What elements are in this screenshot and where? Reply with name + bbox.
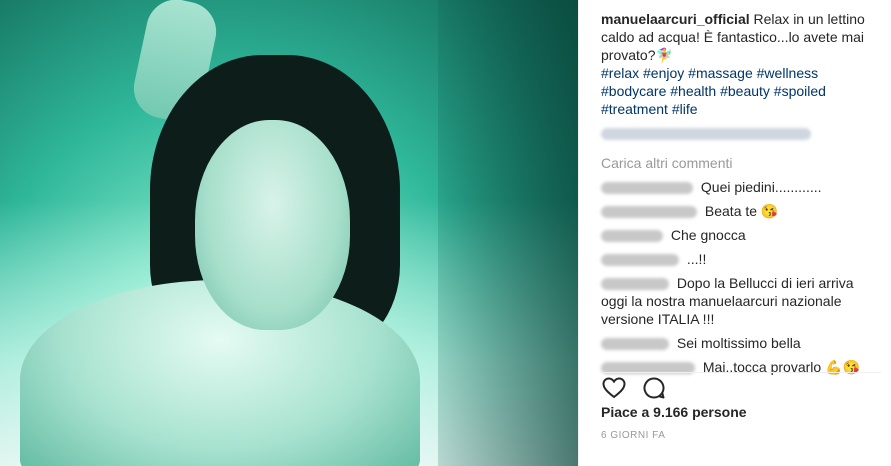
post-sidebar: manuelaarcuri_official Relax in un letti… bbox=[578, 0, 891, 466]
comment-username-blurred[interactable] bbox=[601, 206, 697, 219]
action-bar bbox=[601, 372, 881, 401]
comment-text: ...!! bbox=[683, 251, 707, 267]
comment: Dopo la Bellucci di ieri arriva oggi la … bbox=[601, 274, 881, 328]
comment: Quei piedini............ bbox=[601, 178, 881, 196]
caption: manuelaarcuri_official Relax in un letti… bbox=[601, 10, 881, 142]
comment-icon[interactable] bbox=[641, 375, 667, 401]
comment-username-blurred[interactable] bbox=[601, 230, 663, 243]
comment-username-blurred[interactable] bbox=[601, 254, 679, 267]
comments-panel: manuelaarcuri_official Relax in un letti… bbox=[579, 0, 891, 376]
comment-text: Sei moltissimo bella bbox=[673, 335, 801, 351]
post-view: manuelaarcuri_official Relax in un letti… bbox=[0, 0, 891, 466]
comment: ...!! bbox=[601, 250, 881, 268]
comment: Beata te 😘 bbox=[601, 202, 881, 220]
comment-text: Beata te 😘 bbox=[701, 203, 779, 219]
post-time[interactable]: 6 GIORNI FA bbox=[601, 430, 665, 441]
blurred-mention bbox=[601, 124, 881, 142]
likes-count[interactable]: Piace a 9.166 persone bbox=[601, 404, 747, 420]
comment-username-blurred[interactable] bbox=[601, 278, 669, 291]
caption-hashtags[interactable]: #relax #enjoy #massage #wellness #bodyca… bbox=[601, 64, 881, 118]
photo-wall bbox=[438, 0, 578, 466]
comment-username-blurred[interactable] bbox=[601, 182, 693, 195]
caption-username[interactable]: manuelaarcuri_official bbox=[601, 11, 750, 27]
comment-text: Quei piedini............ bbox=[697, 179, 822, 195]
photo-face bbox=[195, 120, 350, 330]
heart-icon[interactable] bbox=[601, 375, 627, 401]
comment-username-blurred[interactable] bbox=[601, 338, 669, 351]
load-more-comments[interactable]: Carica altri commenti bbox=[601, 154, 881, 172]
comment: Sei moltissimo bella bbox=[601, 334, 881, 352]
comment: Che gnocca bbox=[601, 226, 881, 244]
post-photo[interactable] bbox=[0, 0, 578, 466]
comment-text: Che gnocca bbox=[667, 227, 746, 243]
